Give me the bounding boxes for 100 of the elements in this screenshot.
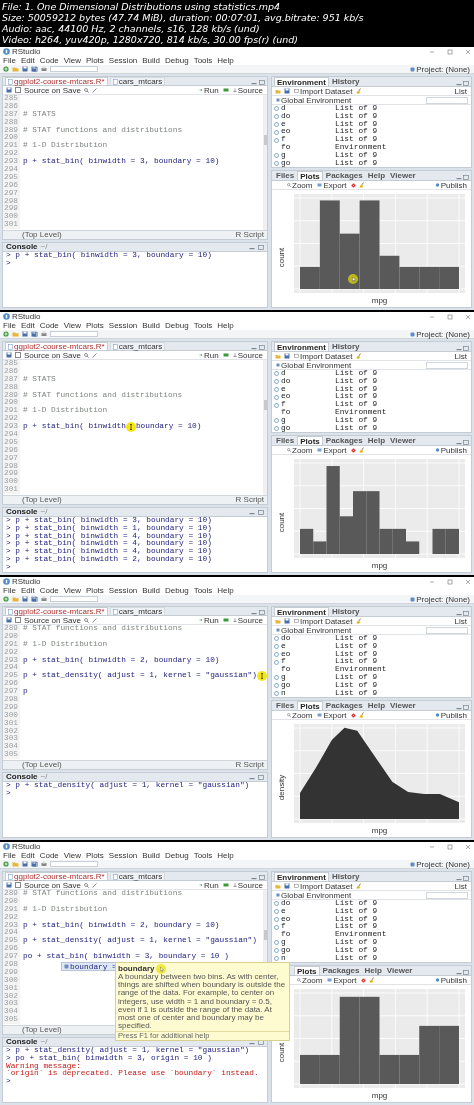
run-button[interactable]: Run: [197, 615, 220, 625]
close-icon[interactable]: [465, 48, 471, 55]
pane-maximize-icon[interactable]: [258, 244, 264, 250]
scrollbar-thumb[interactable]: [263, 400, 267, 410]
menu-item[interactable]: File: [3, 321, 16, 330]
pane-maximize-icon[interactable]: [259, 610, 265, 615]
menu-item[interactable]: Tools: [193, 56, 213, 65]
pane-tab[interactable]: Viewer: [388, 436, 418, 445]
save-all-icon[interactable]: [31, 331, 38, 337]
export-button[interactable]: Export: [316, 710, 348, 720]
pane-tab[interactable]: Files: [274, 701, 297, 710]
editor-tab[interactable]: ggplot2-course-mtcars.R*: [5, 77, 108, 85]
minimize-icon[interactable]: [429, 313, 435, 320]
run-button[interactable]: Run: [197, 350, 220, 360]
editor-tab[interactable]: ggplot2-course-mtcars.R*: [5, 342, 108, 350]
run-button[interactable]: Run: [197, 880, 220, 890]
pane-maximize-icon[interactable]: [463, 346, 469, 351]
pane-tab[interactable]: Viewer: [384, 966, 415, 975]
pane-maximize-icon[interactable]: [258, 774, 264, 780]
print-icon[interactable]: [41, 66, 47, 72]
remove-plot-icon[interactable]: [350, 447, 356, 453]
broom-icon[interactable]: [356, 88, 363, 94]
menu-item[interactable]: Debug: [165, 56, 189, 65]
pane-maximize-icon[interactable]: [258, 509, 264, 515]
pane-minimize-icon[interactable]: [251, 345, 257, 350]
menu-item[interactable]: Code: [39, 851, 59, 860]
pane-tab[interactable]: Help: [362, 966, 384, 975]
maximize-icon[interactable]: [447, 313, 453, 320]
save-all-icon[interactable]: [31, 66, 38, 72]
close-icon[interactable]: [465, 578, 471, 585]
menu-item[interactable]: Debug: [165, 851, 189, 860]
pane-minimize-icon[interactable]: [456, 705, 462, 710]
search-icon[interactable]: [83, 87, 89, 93]
menu-item[interactable]: Debug: [165, 586, 189, 595]
pane-maximize-icon[interactable]: [463, 175, 469, 180]
pane-tab[interactable]: History: [329, 77, 362, 86]
menu-item[interactable]: Code: [39, 321, 59, 330]
environment-dropdown[interactable]: Global Environment: [275, 360, 353, 370]
zoom-button[interactable]: Zoom: [296, 975, 324, 985]
source-button[interactable]: Source: [231, 350, 264, 360]
pane-tab[interactable]: Plots: [297, 701, 323, 710]
publish-button[interactable]: Publish: [433, 445, 468, 455]
broom-icon[interactable]: [358, 182, 365, 188]
search-field[interactable]: [426, 96, 468, 104]
menu-item[interactable]: File: [3, 56, 16, 65]
pane-tab[interactable]: Environment: [274, 607, 329, 616]
broom-icon[interactable]: [368, 977, 375, 983]
menu-item[interactable]: Tools: [193, 321, 213, 330]
rerun-icon[interactable]: [222, 618, 229, 622]
close-icon[interactable]: [465, 313, 471, 320]
search-icon[interactable]: [83, 617, 89, 623]
save-icon[interactable]: [6, 882, 12, 888]
import-dataset-button[interactable]: Import Dataset: [293, 881, 354, 891]
list-view-button[interactable]: List: [453, 881, 468, 891]
minimize-icon[interactable]: [429, 48, 435, 55]
maximize-icon[interactable]: [447, 578, 453, 585]
go-to-field[interactable]: [50, 331, 98, 337]
checkbox[interactable]: [15, 87, 21, 93]
remove-plot-icon[interactable]: [350, 712, 356, 718]
pane-tab[interactable]: Environment: [274, 342, 329, 351]
menu-item[interactable]: Edit: [20, 586, 35, 595]
pane-minimize-icon[interactable]: [456, 876, 462, 881]
import-dataset-button[interactable]: Import Dataset: [293, 616, 354, 626]
broom-icon[interactable]: [356, 883, 363, 889]
wand-icon[interactable]: [91, 87, 98, 93]
pane-tab[interactable]: History: [329, 607, 362, 616]
checkbox[interactable]: [15, 352, 21, 358]
menu-item[interactable]: Help: [217, 56, 234, 65]
go-to-field[interactable]: [50, 596, 98, 602]
menu-item[interactable]: Help: [217, 321, 234, 330]
menu-item[interactable]: Build: [142, 321, 161, 330]
pane-tab[interactable]: Help: [365, 171, 388, 180]
rerun-icon[interactable]: [222, 883, 229, 887]
menu-item[interactable]: Help: [217, 851, 234, 860]
new-file-icon[interactable]: [3, 331, 9, 337]
scrollbar-thumb[interactable]: [263, 135, 267, 145]
close-icon[interactable]: [465, 843, 471, 850]
run-button[interactable]: Run: [197, 85, 220, 95]
source-button[interactable]: Source: [231, 85, 264, 95]
menu-item[interactable]: Help: [217, 586, 234, 595]
menu-item[interactable]: Plots: [86, 56, 104, 65]
pane-minimize-icon[interactable]: [456, 81, 462, 86]
project-button[interactable]: Project: (None): [409, 64, 471, 74]
editor-tab[interactable]: cars_mtcars: [109, 77, 166, 85]
menu-item[interactable]: Edit: [20, 851, 35, 860]
environment-dropdown[interactable]: Global Environment: [275, 890, 353, 900]
menu-item[interactable]: Debug: [165, 321, 189, 330]
broom-icon[interactable]: [356, 618, 363, 624]
menu-item[interactable]: Session: [108, 56, 138, 65]
menu-item[interactable]: Plots: [86, 586, 104, 595]
save-all-icon[interactable]: [31, 596, 38, 602]
pane-maximize-icon[interactable]: [463, 440, 469, 445]
new-file-icon[interactable]: [3, 596, 9, 602]
save-icon[interactable]: [6, 87, 12, 93]
save-icon[interactable]: [22, 331, 28, 337]
go-to-field[interactable]: [50, 861, 98, 867]
save-icon[interactable]: [284, 618, 290, 624]
environment-dropdown[interactable]: Global Environment: [275, 95, 353, 105]
export-button[interactable]: Export: [316, 180, 348, 190]
save-icon[interactable]: [22, 861, 28, 867]
